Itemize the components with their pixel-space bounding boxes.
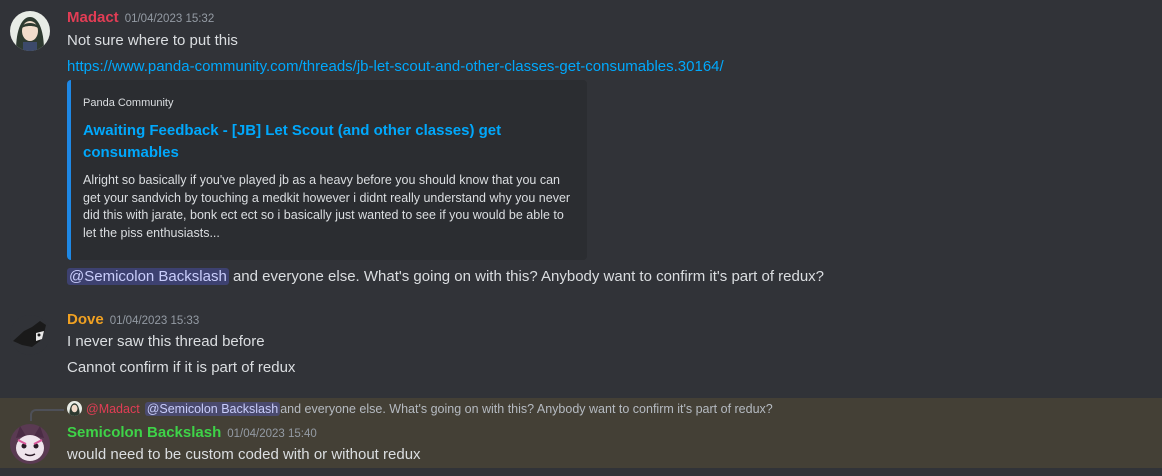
- message-header: Semicolon Backslash 01/04/2023 15:40: [67, 424, 317, 442]
- reply-avatar: [67, 401, 82, 416]
- message-text: Cannot confirm if it is part of redux: [67, 359, 296, 376]
- message-header: Dove 01/04/2023 15:33: [67, 311, 199, 329]
- message-text-mention: @Semicolon Backslash and everyone else. …: [67, 268, 824, 285]
- timestamp: 01/04/2023 15:32: [124, 13, 215, 25]
- dove-avatar-image: [10, 315, 50, 355]
- reply-author[interactable]: @Madact: [86, 402, 140, 416]
- semicolon-avatar-image: [10, 424, 50, 464]
- user-mention[interactable]: @Semicolon Backslash: [67, 268, 229, 285]
- username-madact[interactable]: Madact: [67, 9, 119, 26]
- timestamp: 01/04/2023 15:40: [227, 428, 317, 440]
- username-semicolon-backslash[interactable]: Semicolon Backslash: [67, 424, 221, 441]
- embed-provider[interactable]: Panda Community: [83, 97, 174, 109]
- avatar-madact[interactable]: [10, 11, 50, 51]
- avatar-dove[interactable]: [10, 315, 50, 355]
- thread-link[interactable]: https://www.panda-community.com/threads/…: [67, 58, 724, 75]
- reply-preview[interactable]: @Madact @Semicolon Backslash and everyone…: [67, 401, 773, 416]
- madact-mini-avatar-image: [67, 401, 82, 416]
- message-header: Madact 01/04/2023 15:32: [67, 9, 214, 27]
- embed-title[interactable]: Awaiting Feedback - [JB] Let Scout (and …: [83, 120, 513, 164]
- link-embed: Panda Community Awaiting Feedback - [JB]…: [67, 80, 587, 260]
- reply-mention[interactable]: @Semicolon Backslash: [144, 401, 281, 416]
- timestamp: 01/04/2023 15:33: [109, 315, 200, 327]
- reply-text: and everyone else. What's going on with …: [280, 401, 773, 416]
- madact-avatar-image: [10, 11, 50, 51]
- avatar-semicolon-backslash[interactable]: [10, 424, 50, 464]
- embed-description: Alright so basically if you've played jb…: [83, 173, 571, 240]
- message-text: I never saw this thread before: [67, 333, 265, 350]
- username-dove[interactable]: Dove: [67, 311, 104, 328]
- message-text: Not sure where to put this: [67, 32, 238, 49]
- reply-connector: [30, 409, 64, 421]
- mention-followup-text: and everyone else. What's going on with …: [228, 268, 825, 285]
- message-text: would need to be custom coded with or wi…: [67, 446, 421, 463]
